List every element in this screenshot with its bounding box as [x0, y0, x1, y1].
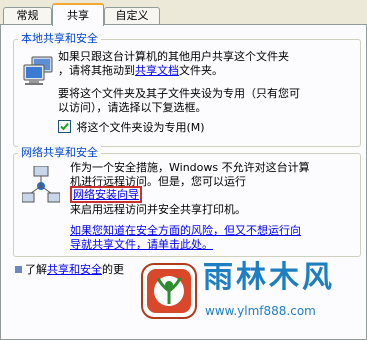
- local-info-line-1: 如果只跟这台计算机的其他用户共享这个文件夹: [58, 50, 289, 63]
- tab-general[interactable]: 常规: [3, 7, 52, 24]
- local-sharing-title: 本地共享和安全: [18, 32, 101, 46]
- network-info-line-3: 网络安装向导: [70, 186, 142, 203]
- local-sharing-group: 本地共享和安全 如果只跟这台计算机的其他用户共享这个文件夹 ，请将其拖动到共享文…: [13, 32, 361, 147]
- network-info-line-1: 作为一个安全措施，Windows 不允许对这台计算: [70, 161, 310, 174]
- network-info-line-4: 来启用远程访问并安全共享打印机。: [70, 203, 246, 216]
- private-info-line-2: 以访问），请选择以下复选框。: [58, 101, 207, 114]
- local-info-text-c: 文件夹。: [179, 64, 223, 77]
- local-info-text-b: ，请将其拖动到: [58, 64, 135, 77]
- ylmf-logo: [141, 263, 197, 319]
- share-risk-link-line-1[interactable]: 如果您知道在安全方面的风险，但又不想运行向: [70, 224, 301, 238]
- make-private-label: 将这个文件夹设为专用(M): [76, 121, 205, 134]
- learn-more-line: 了解共享和安全的更: [25, 263, 124, 277]
- info-bullet-icon: [15, 266, 22, 273]
- learn-more-prefix: 了解: [25, 263, 47, 276]
- sharing-security-link[interactable]: 共享和安全: [47, 263, 102, 276]
- network-icon: [22, 166, 60, 203]
- tab-sharing[interactable]: 共享: [52, 3, 104, 26]
- make-private-checkbox[interactable]: [58, 120, 71, 133]
- network-sharing-group: 网络共享和安全 作为一个安全措施，Windows 不允许对这台计算 机进行远程访…: [13, 146, 361, 257]
- network-setup-wizard-link[interactable]: 网络安装向导: [70, 186, 142, 203]
- shared-computers-icon: [23, 56, 53, 85]
- shared-documents-link[interactable]: 共享文档: [135, 64, 179, 77]
- network-sharing-title: 网络共享和安全: [18, 146, 101, 160]
- tab-customize[interactable]: 自定义: [104, 7, 160, 24]
- watermark-title: 雨林木风: [203, 260, 335, 295]
- tab-bar: 常规 共享 自定义: [0, 0, 367, 26]
- learn-more-suffix: 的更: [102, 263, 124, 276]
- watermark: 雨林木风 www.ylmf888.com: [141, 249, 363, 337]
- watermark-url: www.ylmf888.com: [205, 304, 316, 318]
- make-private-option[interactable]: 将这个文件夹设为专用(M): [58, 120, 205, 135]
- local-info-line-2: ，请将其拖动到共享文档文件夹。: [58, 64, 223, 78]
- private-info-line-1: 要将这个文件夹及其子文件夹设为专用（只有您可: [58, 87, 300, 100]
